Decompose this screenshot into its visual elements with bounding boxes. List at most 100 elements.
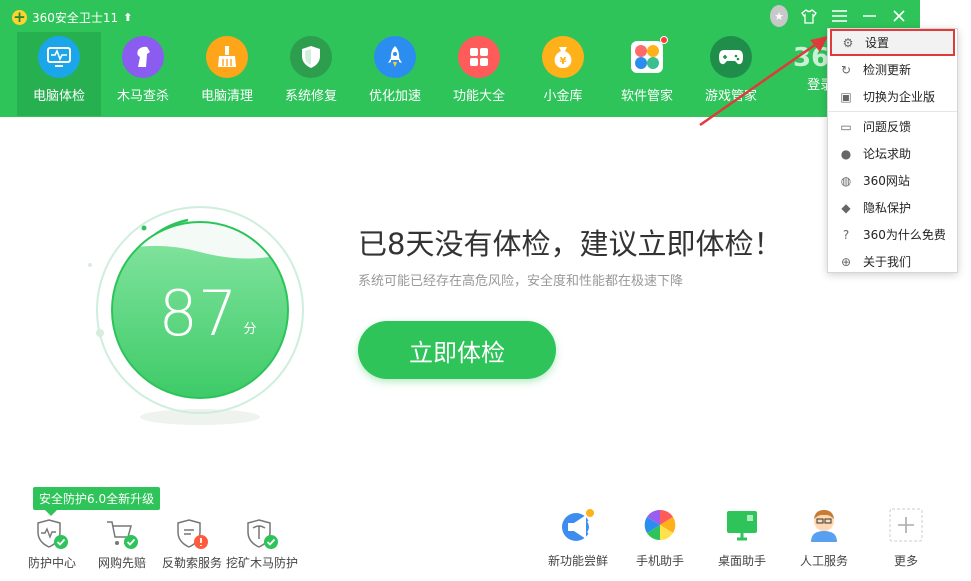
heartbeat-shield-icon bbox=[35, 518, 69, 550]
horse-icon bbox=[122, 36, 164, 78]
app-label: 新功能尝鲜 bbox=[547, 554, 608, 568]
app-new-features[interactable]: 新功能尝鲜 bbox=[546, 506, 610, 569]
app-title: 360安全卫士11 bbox=[32, 10, 119, 25]
health-headline: 已8天没有体检，建议立即体检！ bbox=[358, 227, 783, 261]
support-person-icon bbox=[806, 506, 842, 544]
money-bag-icon: ¥ bbox=[542, 36, 584, 78]
nav-label: 电脑清理 bbox=[200, 89, 253, 104]
chat-bubble-icon: ● bbox=[840, 146, 852, 161]
nav-label: 优化加速 bbox=[368, 89, 421, 104]
nav-label: 功能大全 bbox=[452, 89, 505, 104]
info-icon: ⊕ bbox=[840, 254, 852, 269]
main-nav: 电脑体检 木马查杀 电脑清理 系统修复 优化加速 功能大全 ¥ 小金库 软件管家… bbox=[17, 32, 773, 116]
start-check-button[interactable]: 立即体检 bbox=[358, 321, 556, 379]
nav-item-cleanup[interactable]: 电脑清理 bbox=[185, 32, 269, 116]
app-desktop-assistant[interactable]: 桌面助手 bbox=[710, 506, 774, 569]
app-mobile-assistant[interactable]: 手机助手 bbox=[628, 506, 692, 569]
promo-tooltip: 安全防护6.0全新升级 bbox=[33, 487, 161, 516]
ransomware-shield-icon bbox=[175, 518, 209, 550]
shield-icon bbox=[290, 36, 332, 78]
window-controls: ★ bbox=[770, 5, 908, 27]
menu-item-label: 切换为企业版 bbox=[863, 90, 936, 104]
nav-label: 电脑体检 bbox=[32, 89, 85, 104]
nav-item-software-manager[interactable]: 软件管家 bbox=[605, 32, 689, 116]
nav-item-all-features[interactable]: 功能大全 bbox=[437, 32, 521, 116]
app-logo-icon bbox=[12, 8, 27, 26]
menu-item-label: 论坛求助 bbox=[863, 147, 912, 161]
menu-item-settings[interactable]: ⚙ 设置 bbox=[830, 29, 955, 56]
notification-dot bbox=[660, 36, 668, 44]
update-arrow-icon[interactable]: ⬆ bbox=[123, 11, 132, 24]
menu-item-enterprise[interactable]: ▣ 切换为企业版 bbox=[828, 83, 957, 110]
nav-item-vault[interactable]: ¥ 小金库 bbox=[521, 32, 605, 116]
menu-item-feedback[interactable]: ▭ 问题反馈 bbox=[828, 113, 957, 140]
red-annotation-arrow bbox=[699, 36, 828, 127]
nav-label: 小金库 bbox=[543, 89, 583, 104]
tool-shopping-guarantee[interactable]: 网购先赔 bbox=[94, 518, 150, 571]
close-icon[interactable] bbox=[890, 5, 908, 27]
tool-protection-center[interactable]: 防护中心 bbox=[24, 518, 80, 571]
menu-item-check-update[interactable]: ↻ 检测更新 bbox=[828, 56, 957, 83]
tool-label: 挖矿木马防护 bbox=[226, 556, 299, 570]
main-dropdown-menu: ⚙ 设置 ↻ 检测更新 ▣ 切换为企业版 ▭ 问题反馈 ● 论坛求助 ◍ 360… bbox=[827, 28, 958, 273]
menu-item-label: 360为什么免费 bbox=[863, 228, 946, 242]
minimize-icon[interactable] bbox=[860, 5, 878, 27]
nav-label: 系统修复 bbox=[284, 89, 337, 104]
nav-item-speedup[interactable]: 优化加速 bbox=[353, 32, 437, 116]
app-label: 更多 bbox=[893, 554, 918, 568]
health-subline: 系统可能已经存在高危风险，安全度和性能都在极速下降 bbox=[358, 274, 684, 289]
menu-item-label: 关于我们 bbox=[863, 255, 912, 269]
mining-shield-icon bbox=[245, 518, 279, 550]
nav-label: 木马查杀 bbox=[116, 89, 169, 104]
title-bar: 360安全卫士11 ⬆ bbox=[12, 8, 132, 26]
app-label: 人工服务 bbox=[799, 554, 848, 568]
svg-text:¥: ¥ bbox=[560, 56, 567, 67]
health-score-value: 87 bbox=[159, 277, 238, 350]
menu-item-label: 问题反馈 bbox=[863, 120, 912, 134]
menu-item-label: 设置 bbox=[865, 36, 890, 50]
nav-item-health-check[interactable]: 电脑体检 bbox=[17, 32, 101, 116]
menu-item-label: 检测更新 bbox=[863, 63, 912, 77]
menu-item-label: 360网站 bbox=[863, 174, 910, 188]
app-label: 桌面助手 bbox=[717, 554, 766, 568]
question-icon: ? bbox=[842, 227, 850, 242]
tool-label: 网购先赔 bbox=[97, 556, 146, 570]
desktop-icon bbox=[724, 506, 760, 544]
skin-shirt-icon[interactable] bbox=[800, 5, 818, 27]
grid-icon bbox=[458, 36, 500, 78]
monitor-pulse-icon bbox=[38, 36, 80, 78]
app-human-service[interactable]: 人工服务 bbox=[792, 506, 856, 569]
pinwheel-icon bbox=[642, 506, 678, 544]
nav-item-trojan-scan[interactable]: 木马查杀 bbox=[101, 32, 185, 116]
megaphone-icon bbox=[560, 506, 596, 544]
medal-icon[interactable]: ★ bbox=[770, 5, 788, 27]
globe-icon: ◍ bbox=[840, 173, 852, 188]
plus-icon bbox=[888, 506, 924, 544]
shopping-cart-icon bbox=[105, 518, 139, 550]
menu-item-website[interactable]: ◍ 360网站 bbox=[828, 167, 957, 194]
refresh-icon: ↻ bbox=[840, 62, 852, 77]
bottom-apps: 新功能尝鲜 手机助手 桌面助手 人工服务 更多 bbox=[546, 506, 938, 569]
app-label: 手机助手 bbox=[635, 554, 684, 568]
health-score-gauge: 87 分 bbox=[88, 206, 304, 425]
rocket-icon bbox=[374, 36, 416, 78]
health-score-unit: 分 bbox=[243, 322, 256, 337]
feedback-icon: ▭ bbox=[840, 119, 852, 134]
menu-item-forum[interactable]: ● 论坛求助 bbox=[828, 140, 957, 167]
nav-label: 软件管家 bbox=[620, 89, 673, 104]
monitor-icon: ▣ bbox=[840, 89, 852, 104]
tool-mining-trojan-protection[interactable]: 挖矿木马防护 bbox=[226, 518, 298, 571]
menu-item-label: 隐私保护 bbox=[863, 201, 912, 215]
privacy-shield-icon: ◆ bbox=[841, 200, 851, 215]
tool-anti-ransomware[interactable]: 反勒索服务 bbox=[162, 518, 223, 571]
main-panel: 87 分 已8天没有体检，建议立即体检！ 系统可能已经存在高危风险，安全度和性能… bbox=[0, 117, 923, 581]
tool-label: 防护中心 bbox=[27, 556, 76, 570]
menu-separator bbox=[828, 111, 957, 112]
tool-label: 反勒索服务 bbox=[162, 556, 223, 570]
menu-item-privacy[interactable]: ◆ 隐私保护 bbox=[828, 194, 957, 221]
menu-item-why-free[interactable]: ? 360为什么免费 bbox=[828, 221, 957, 248]
main-menu-icon[interactable] bbox=[830, 5, 848, 27]
menu-item-about[interactable]: ⊕ 关于我们 bbox=[828, 248, 957, 275]
app-more[interactable]: 更多 bbox=[874, 506, 938, 569]
nav-item-system-repair[interactable]: 系统修复 bbox=[269, 32, 353, 116]
